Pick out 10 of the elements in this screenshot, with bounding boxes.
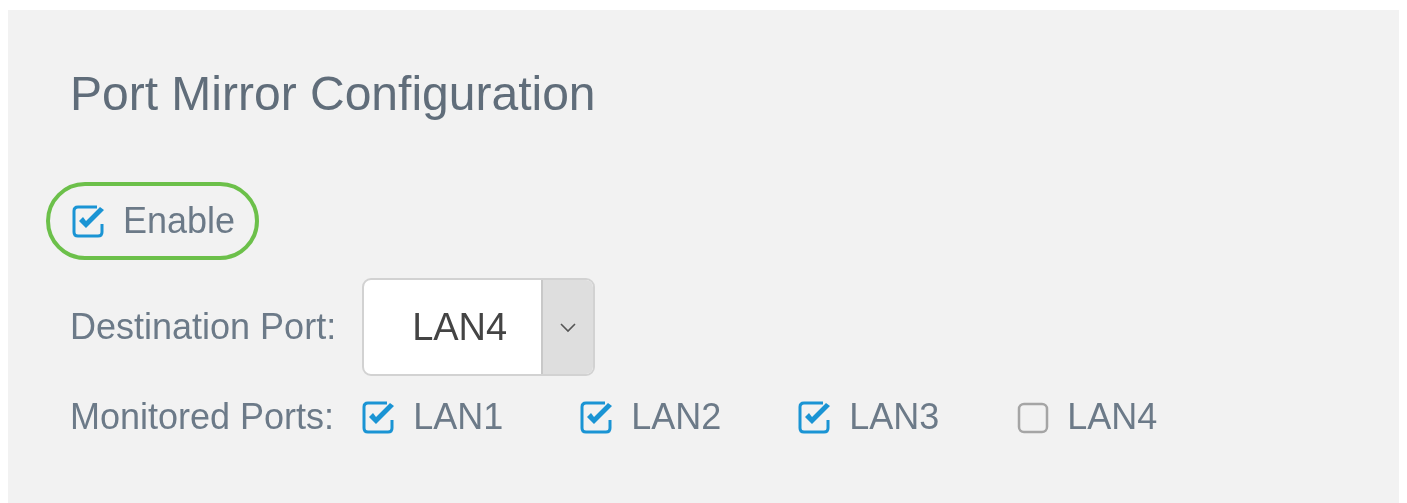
field-label: Monitored Ports: — [70, 396, 335, 438]
destination-port-dropdown[interactable]: LAN4 — [362, 278, 596, 376]
field-label: Destination Port: — [70, 306, 337, 348]
checkbox-label: LAN1 — [413, 396, 504, 438]
checkbox-label: LAN3 — [849, 396, 940, 438]
chevron-down-icon — [559, 321, 578, 333]
checkbox-label: LAN2 — [631, 396, 722, 438]
page-title: Port Mirror Configuration — [70, 66, 597, 122]
checkbox-label: Enable — [123, 200, 236, 242]
checkbox-label: LAN4 — [1067, 396, 1158, 438]
